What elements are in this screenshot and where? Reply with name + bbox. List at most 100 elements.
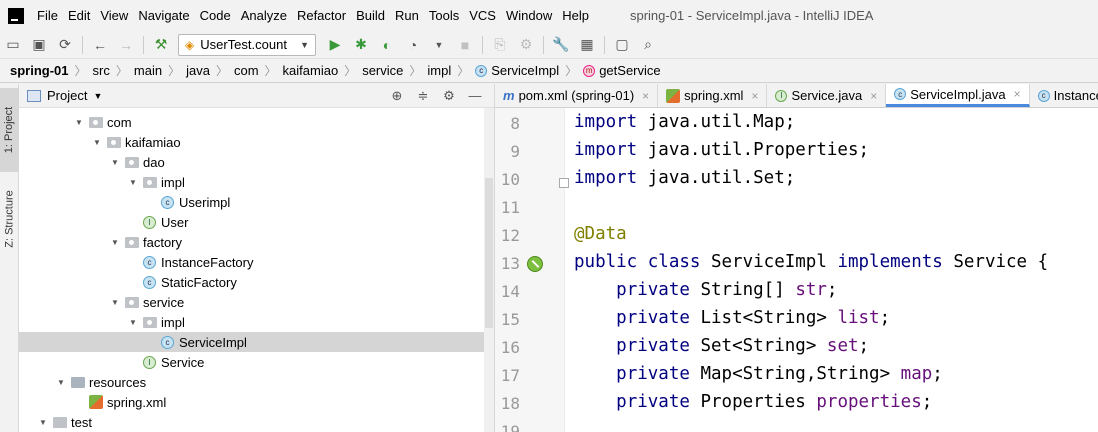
breadcrumb-item[interactable]: kaifamiao: [283, 63, 339, 78]
chevron-down-icon[interactable]: ▼: [55, 378, 67, 387]
close-icon[interactable]: ×: [870, 89, 877, 103]
code-line: private List<String> list;: [574, 308, 890, 328]
tree-scrollbar[interactable]: [484, 108, 494, 432]
code-token: ;: [921, 392, 933, 412]
chevron-down-icon[interactable]: ▼: [73, 118, 85, 127]
code-token: Set<String>: [700, 336, 817, 356]
editor-tab[interactable]: m pom.xml (spring-01) ×: [495, 84, 659, 107]
menu-view[interactable]: View: [95, 0, 133, 31]
breadcrumb-item[interactable]: m getService: [583, 63, 661, 78]
breadcrumb-separator: 〉: [215, 64, 228, 78]
close-icon[interactable]: ×: [642, 89, 649, 103]
profile-icon[interactable]: ◔: [402, 34, 424, 56]
menu-vcs[interactable]: VCS: [464, 0, 501, 31]
breadcrumb-item[interactable]: service: [362, 63, 403, 78]
menu-code[interactable]: Code: [195, 0, 236, 31]
menu-analyze[interactable]: Analyze: [236, 0, 292, 31]
tree-item[interactable]: c Userimpl: [19, 192, 494, 212]
search-icon[interactable]: ⌕: [637, 34, 659, 56]
menu-refactor[interactable]: Refactor: [292, 0, 351, 31]
breadcrumb-label: main: [133, 63, 163, 78]
terminal-icon[interactable]: ▢: [611, 34, 633, 56]
coverage-icon[interactable]: ◐: [376, 34, 398, 56]
breadcrumb-item[interactable]: main: [134, 63, 162, 78]
tree-item[interactable]: c InstanceFactory: [19, 252, 494, 272]
gear-icon[interactable]: ⚙: [515, 34, 537, 56]
code-token: private: [616, 308, 690, 328]
menu-file[interactable]: File: [32, 0, 63, 31]
gear-icon[interactable]: ⚙: [439, 88, 459, 104]
editor-tab[interactable]: c Instance: [1030, 84, 1098, 107]
hide-panel-icon[interactable]: —: [465, 88, 485, 103]
breadcrumb-item[interactable]: c ServiceImpl: [475, 63, 559, 78]
chevron-down-icon[interactable]: ▼: [109, 158, 121, 167]
menu-help[interactable]: Help: [557, 0, 594, 31]
class-icon: c: [161, 335, 174, 349]
tree-item[interactable]: I Service: [19, 352, 494, 372]
tree-item[interactable]: c StaticFactory: [19, 272, 494, 292]
tree-item[interactable]: ▼ resources: [19, 372, 494, 392]
editor-tab[interactable]: I Service.java ×: [767, 84, 887, 107]
chevron-down-icon[interactable]: ▼: [37, 418, 49, 427]
tree-item[interactable]: ▼ test: [19, 412, 494, 432]
menu-window[interactable]: Window: [501, 0, 557, 31]
save-all-icon[interactable]: ▣: [28, 34, 50, 56]
breadcrumb-item[interactable]: impl: [427, 63, 451, 78]
forward-arrow-icon[interactable]: →: [115, 34, 137, 56]
open-folder-icon[interactable]: ▭: [2, 34, 24, 56]
line-number: 14: [500, 282, 520, 301]
chevron-down-icon[interactable]: ▼: [109, 298, 121, 307]
project-structure-icon[interactable]: ▦: [576, 34, 598, 56]
chevron-down-icon[interactable]: ▼: [127, 318, 139, 327]
spring-xml-icon: [666, 88, 681, 103]
code-area[interactable]: 8 9 10 11 12 13 14 15 16 17 18 19 import java.util.…: [495, 108, 1098, 432]
code-token: java.util.Map;: [647, 112, 796, 132]
tree-item[interactable]: ▼ factory: [19, 232, 494, 252]
menu-edit[interactable]: Edit: [63, 0, 95, 31]
project-panel-title[interactable]: Project: [47, 88, 87, 103]
tree-item[interactable]: ▼ dao: [19, 152, 494, 172]
breadcrumb-item[interactable]: com: [234, 63, 259, 78]
run-configuration-select[interactable]: ◈ UserTest.count ▼: [178, 33, 316, 56]
chevron-down-icon[interactable]: ▼: [127, 178, 139, 187]
locate-target-icon[interactable]: ⊕: [387, 88, 407, 104]
run-gutter-icon[interactable]: [527, 256, 543, 272]
chevron-down-icon[interactable]: ▼: [428, 34, 450, 56]
menu-tools[interactable]: Tools: [424, 0, 464, 31]
editor-tab[interactable]: c ServiceImpl.java ×: [886, 84, 1030, 107]
menu-build[interactable]: Build: [351, 0, 390, 31]
chevron-down-icon[interactable]: ▼: [93, 91, 102, 101]
chevron-down-icon[interactable]: ▼: [109, 238, 121, 247]
wrench-icon[interactable]: 🔧: [550, 34, 572, 56]
menu-run[interactable]: Run: [390, 0, 424, 31]
tree-item[interactable]: ▼ com: [19, 112, 494, 132]
attach-debugger-icon[interactable]: ⎘: [489, 34, 511, 56]
tree-item[interactable]: ▼ service: [19, 292, 494, 312]
debug-bug-icon[interactable]: ✱: [350, 34, 372, 56]
project-tool-tab[interactable]: 1: Project: [0, 88, 19, 172]
stop-icon[interactable]: ■: [454, 34, 476, 56]
breadcrumb-item[interactable]: spring-01: [10, 63, 69, 78]
structure-tool-tab[interactable]: Z: Structure: [0, 176, 19, 262]
chevron-down-icon[interactable]: ▼: [91, 138, 103, 147]
editor-tab[interactable]: spring.xml ×: [658, 84, 768, 107]
tree-item[interactable]: I User: [19, 212, 494, 232]
fold-marker-icon[interactable]: [559, 178, 569, 188]
run-icon[interactable]: ▶: [324, 34, 346, 56]
tree-item[interactable]: ▼ impl: [19, 312, 494, 332]
breadcrumb-separator: 〉: [115, 64, 128, 78]
tree-item[interactable]: ▼ kaifamiao: [19, 132, 494, 152]
close-icon[interactable]: ×: [1014, 87, 1021, 101]
back-arrow-icon[interactable]: ←: [89, 34, 111, 56]
menu-navigate[interactable]: Navigate: [133, 0, 194, 31]
collapse-all-icon[interactable]: ≑: [413, 88, 433, 104]
breadcrumb-item[interactable]: src: [93, 63, 110, 78]
tree-item[interactable]: c ServiceImpl: [19, 332, 494, 352]
sync-icon[interactable]: ⟳: [54, 34, 76, 56]
tree-item[interactable]: spring.xml: [19, 392, 494, 412]
close-icon[interactable]: ×: [751, 89, 758, 103]
breadcrumb-item[interactable]: java: [186, 63, 210, 78]
build-hammer-icon[interactable]: ⚒: [150, 34, 172, 56]
tree-item[interactable]: ▼ impl: [19, 172, 494, 192]
